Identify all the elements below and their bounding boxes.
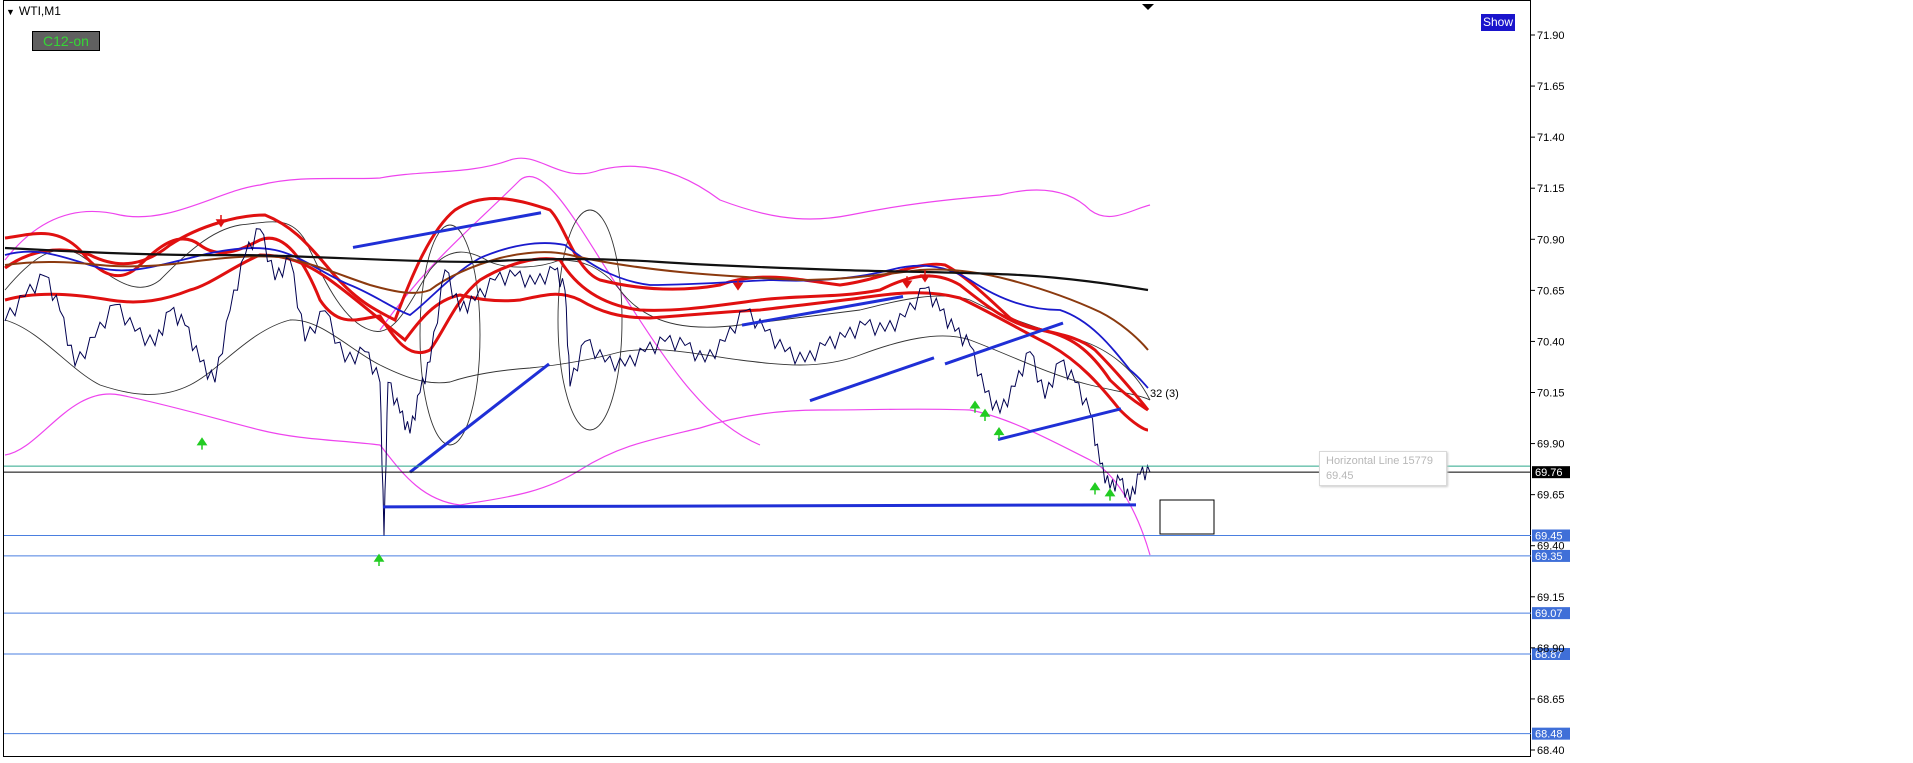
y-tick-label: 69.40 (1537, 541, 1565, 553)
buy-arrow-icon (979, 408, 991, 421)
bar-counter-label: 32 (3) (1150, 388, 1179, 400)
buy-arrow-icon (196, 437, 208, 450)
y-tick-label: 69.15 (1537, 592, 1565, 604)
y-tick-label: 71.15 (1537, 183, 1565, 195)
collapse-triangle-icon[interactable]: ▼ (6, 7, 15, 17)
trendline[interactable] (409, 362, 550, 474)
object-tooltip: Horizontal Line 15779 69.45 (1319, 451, 1447, 486)
y-tick-label: 70.15 (1537, 388, 1565, 400)
y-tick-label: 69.90 (1537, 439, 1565, 451)
chart-shift-marker-icon[interactable] (1142, 4, 1154, 10)
y-tick-label: 68.40 (1537, 745, 1565, 757)
y-tick-label: 70.65 (1537, 285, 1565, 297)
price-tag-label: 69.35 (1535, 551, 1563, 563)
y-tick-label: 70.40 (1537, 336, 1565, 348)
horizontal-lines: 69.4569.3569.0768.8768.48 (4, 529, 1570, 741)
brown-moving-average (4, 251, 1149, 351)
signal-arrows (196, 214, 1116, 567)
y-tick-label: 70.90 (1537, 234, 1565, 246)
buy-arrow-icon (1089, 482, 1101, 495)
tooltip-value: 69.45 (1326, 470, 1354, 482)
y-tick-label: 71.65 (1537, 81, 1565, 93)
indicator-badge[interactable]: C12-on (32, 31, 100, 51)
buy-arrow-icon (373, 553, 385, 567)
trendline[interactable] (809, 356, 935, 403)
price-line (4, 228, 1151, 536)
y-tick-label: 71.90 (1537, 30, 1565, 42)
y-tick-label: 69.65 (1537, 490, 1565, 502)
current-price-tag-label: 69.76 (1535, 467, 1563, 479)
plot-frame (3, 0, 1531, 757)
y-tick-label: 68.65 (1537, 694, 1565, 706)
tooltip-title: Horizontal Line 15779 (1326, 455, 1434, 467)
red-envelope-lines (4, 197, 1150, 432)
thin-bollinger-bands (4, 209, 1151, 446)
y-tick-label: 68.90 (1537, 643, 1565, 655)
price-chart[interactable]: 69.4569.3569.0768.8768.48 71.9071.6571.4… (0, 0, 1913, 758)
symbol-header: ▼ WTI,M1 (6, 4, 61, 18)
price-axis: 71.90 71.65 71.40 71.15 70.90 70.65 70.40 70.15… (1531, 30, 1570, 757)
show-button[interactable]: Show (1481, 14, 1515, 31)
symbol-label: WTI,M1 (18, 4, 61, 18)
price-series (4, 228, 1151, 536)
y-tick-label: 71.40 (1537, 132, 1565, 144)
drawn-rectangle[interactable] (1159, 499, 1215, 535)
price-tag-label: 68.48 (1535, 729, 1563, 741)
trendline[interactable] (382, 503, 1137, 509)
price-tag-label: 69.07 (1535, 608, 1563, 620)
chart-area[interactable]: 69.45 69.35 69.07 68.87 68.48 71.90 71.65 71.4… (0, 0, 1913, 758)
buy-arrow-icon (1104, 488, 1116, 501)
